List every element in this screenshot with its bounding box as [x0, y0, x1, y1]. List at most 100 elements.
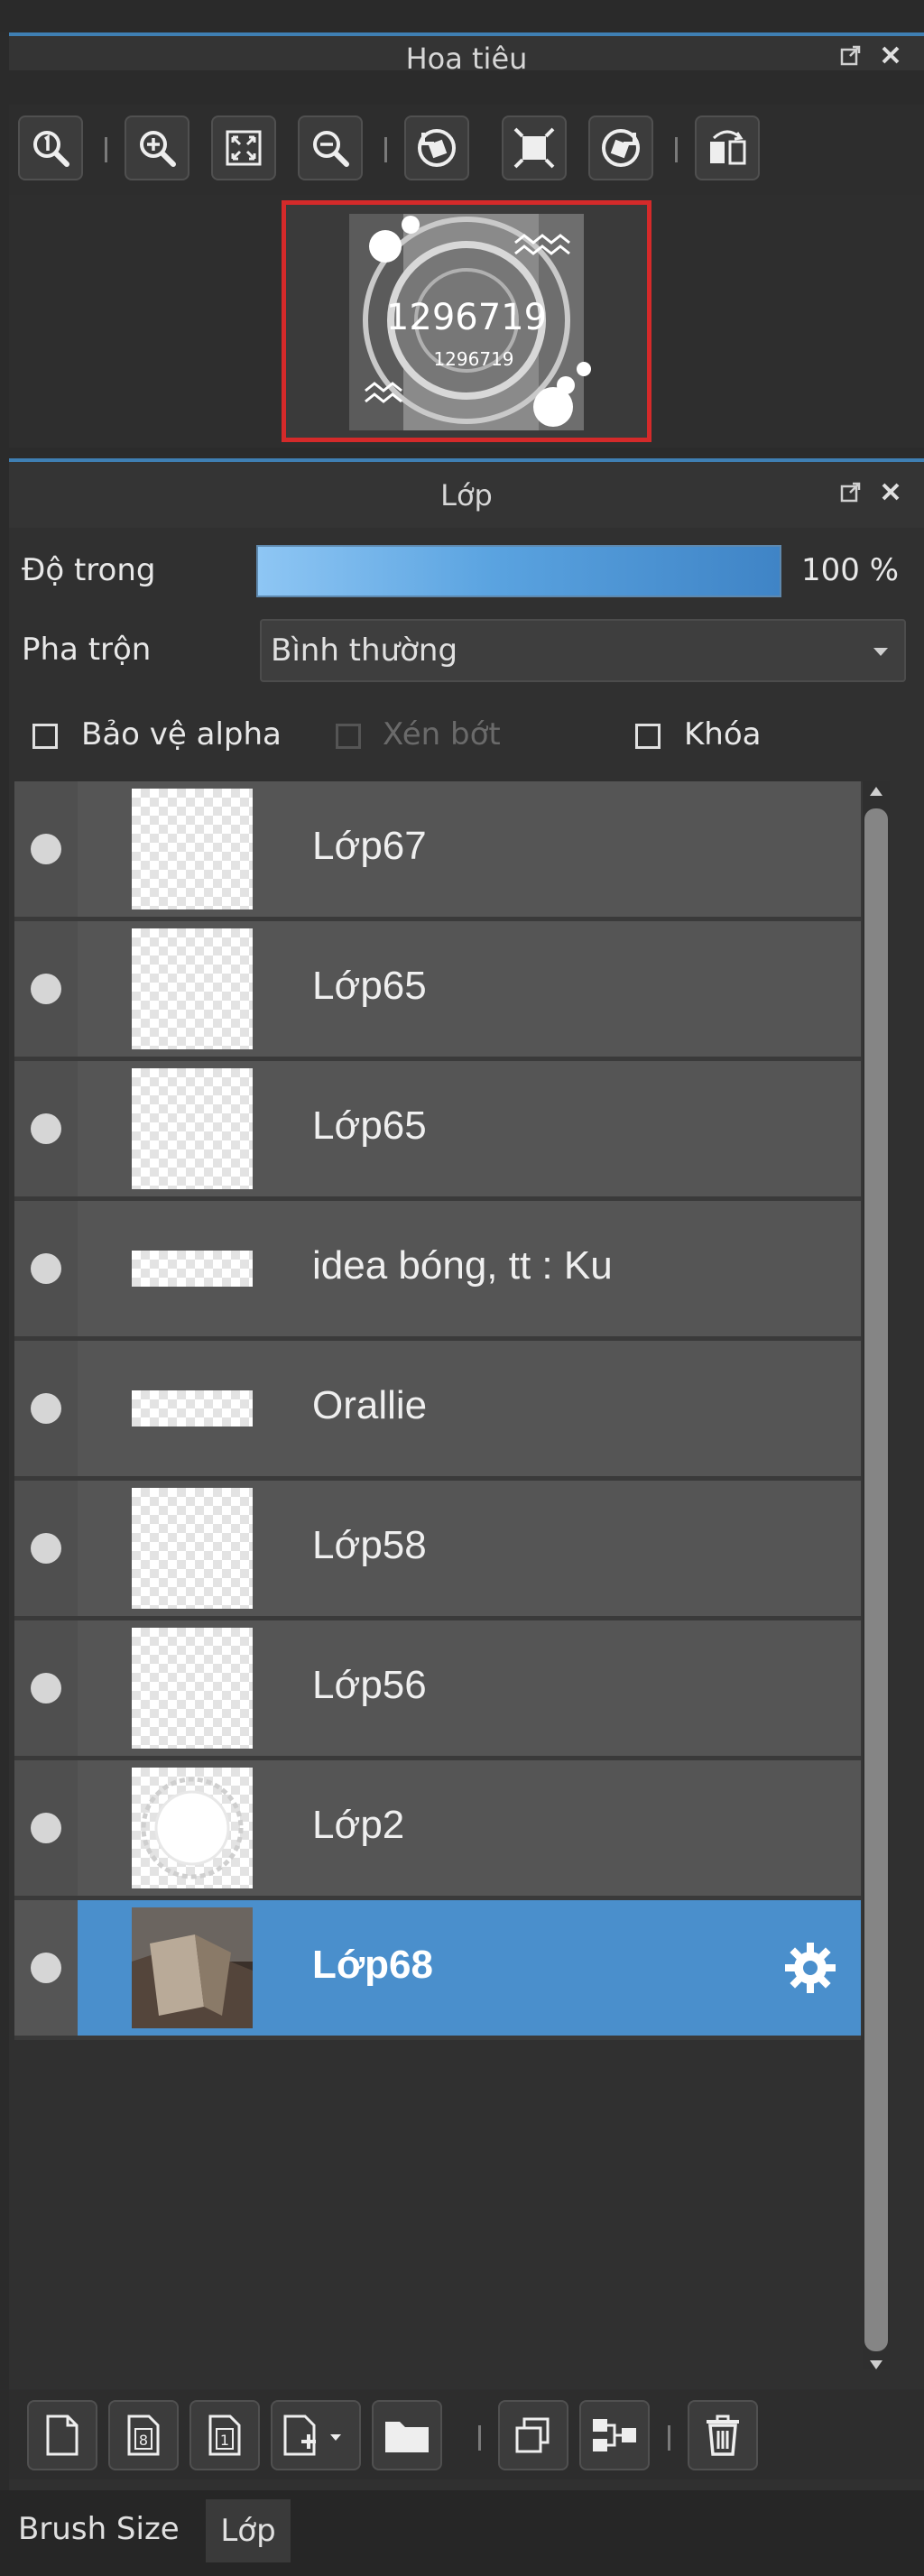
visibility-toggle[interactable]	[14, 921, 78, 1057]
layer-row[interactable]: Lớp65	[14, 921, 861, 1061]
layer-name: idea bóng, tt : Ku	[312, 1243, 613, 1288]
separator	[384, 137, 387, 162]
visibility-toggle[interactable]	[14, 1620, 78, 1756]
rotate-left-icon	[418, 129, 456, 167]
new-layer-1bit-button[interactable]: 1	[189, 2400, 260, 2470]
merge-layer-button[interactable]	[579, 2400, 650, 2470]
svg-text:1: 1	[220, 2432, 229, 2449]
layer-row[interactable]: Orallie	[14, 1341, 861, 1481]
zoom-out-icon	[313, 131, 349, 167]
undock-icon[interactable]	[837, 478, 864, 505]
layer-row[interactable]: Lớp2	[14, 1760, 861, 1900]
visibility-toggle[interactable]	[14, 1061, 78, 1196]
add-layer-menu-button[interactable]	[271, 2400, 361, 2470]
layer-thumbnail	[132, 1390, 253, 1426]
blend-mode-value: Bình thường	[271, 632, 458, 669]
navigator-toolbar	[9, 105, 924, 195]
visibility-toggle[interactable]	[14, 1900, 78, 2036]
layer-name: Lớp65	[312, 1103, 427, 1148]
layer-name: Lớp2	[312, 1803, 405, 1847]
add-layer-menu-icon	[283, 2414, 341, 2456]
layer-name: Lớp58	[312, 1523, 427, 1567]
visibility-toggle[interactable]	[14, 1760, 78, 1896]
clipping-checkbox	[336, 724, 361, 749]
layer-row-selected[interactable]: Lớp68	[14, 1900, 861, 2040]
layer-settings-gear-icon[interactable]	[783, 1941, 837, 1995]
flip-horizontal-button[interactable]	[695, 115, 760, 180]
duplicate-layer-button[interactable]	[498, 2400, 568, 2470]
layer-row[interactable]: Lớp56	[14, 1620, 861, 1760]
zoom-actual-button[interactable]	[18, 115, 83, 180]
opacity-label: Độ trong	[22, 552, 156, 588]
visibility-toggle[interactable]	[14, 1481, 78, 1616]
navigator-canvas-thumbnail: 1296719 1296719	[286, 205, 647, 438]
layer-thumbnail	[132, 1768, 253, 1888]
layer-name: Lớp68	[312, 1943, 433, 1987]
reset-view-button[interactable]	[502, 115, 567, 180]
layer-row[interactable]: Lớp67	[14, 781, 861, 921]
lock-checkbox[interactable]	[635, 724, 661, 749]
layer-name: Lớp56	[312, 1663, 427, 1707]
eye-icon	[31, 1813, 61, 1843]
zoom-in-button[interactable]	[125, 115, 189, 180]
new-folder-button[interactable]	[372, 2400, 442, 2470]
layer-row[interactable]: Lớp58	[14, 1481, 861, 1620]
separator	[668, 2425, 670, 2451]
layer-row[interactable]: idea bóng, tt : Ku	[14, 1201, 861, 1341]
zoom-actual-icon	[33, 131, 69, 167]
layer-thumbnail	[132, 1488, 253, 1609]
layer-row[interactable]: Lớp65	[14, 1061, 861, 1201]
visibility-toggle[interactable]	[14, 1341, 78, 1476]
navigator-preview[interactable]: 1296719 1296719	[282, 200, 651, 442]
lock-label: Khóa	[684, 716, 762, 752]
visibility-toggle[interactable]	[14, 781, 78, 917]
opacity-slider[interactable]	[256, 545, 781, 597]
eye-icon	[31, 1393, 61, 1424]
new-layer-8bit-icon: 8	[127, 2414, 160, 2456]
protect-alpha-checkbox[interactable]	[32, 724, 58, 749]
close-icon[interactable]	[877, 42, 904, 69]
layer-thumbnail	[132, 1907, 253, 2028]
eye-icon	[31, 1533, 61, 1564]
protect-alpha-label: Bảo vệ alpha	[81, 716, 282, 752]
tab-layers[interactable]: Lớp	[206, 2499, 291, 2562]
scroll-up-arrow-icon[interactable]	[863, 781, 890, 801]
flip-horizontal-icon	[710, 130, 746, 165]
svg-text:8: 8	[139, 2432, 148, 2449]
zoom-in-icon	[140, 131, 176, 167]
duplicate-layer-icon	[515, 2417, 550, 2453]
visibility-toggle[interactable]	[14, 1201, 78, 1336]
rotate-right-icon	[602, 129, 640, 167]
fit-screen-icon	[226, 130, 262, 166]
blend-mode-select[interactable]: Bình thường	[260, 619, 906, 682]
new-layer-1bit-icon: 1	[208, 2414, 241, 2456]
close-icon[interactable]	[877, 478, 904, 505]
merge-layer-icon	[593, 2419, 636, 2451]
eye-icon	[31, 834, 61, 864]
layer-thumbnail	[132, 1068, 253, 1189]
layer-thumbnail	[132, 1628, 253, 1749]
layer-list: Lớp67 Lớp65 Lớp65 idea bóng, tt : Ku Ora…	[14, 781, 863, 2040]
separator	[105, 137, 107, 162]
fit-screen-button[interactable]	[211, 115, 276, 180]
rotate-right-button[interactable]	[588, 115, 653, 180]
layer-thumbnail	[132, 928, 253, 1049]
eye-icon	[31, 1953, 61, 1983]
layer-thumbnail	[132, 1251, 253, 1287]
undock-icon[interactable]	[837, 42, 864, 69]
tab-brush-size[interactable]: Brush Size	[11, 2507, 187, 2570]
rotate-left-button[interactable]	[404, 115, 469, 180]
delete-layer-button[interactable]	[688, 2400, 758, 2470]
eye-icon	[31, 1253, 61, 1284]
new-layer-button[interactable]	[27, 2400, 97, 2470]
clipping-label: Xén bớt	[383, 716, 501, 752]
zoom-out-button[interactable]	[298, 115, 363, 180]
scroll-down-arrow-icon[interactable]	[863, 2355, 890, 2375]
layers-title: Lớp	[440, 478, 493, 512]
layers-bottom-toolbar: 8 1	[9, 2389, 924, 2479]
layer-name: Lớp67	[312, 824, 427, 868]
scrollbar-thumb[interactable]	[864, 808, 888, 2351]
new-layer-8bit-button[interactable]: 8	[108, 2400, 179, 2470]
navigator-title: Hoa tiêu	[405, 42, 528, 76]
chevron-down-icon	[873, 648, 888, 656]
